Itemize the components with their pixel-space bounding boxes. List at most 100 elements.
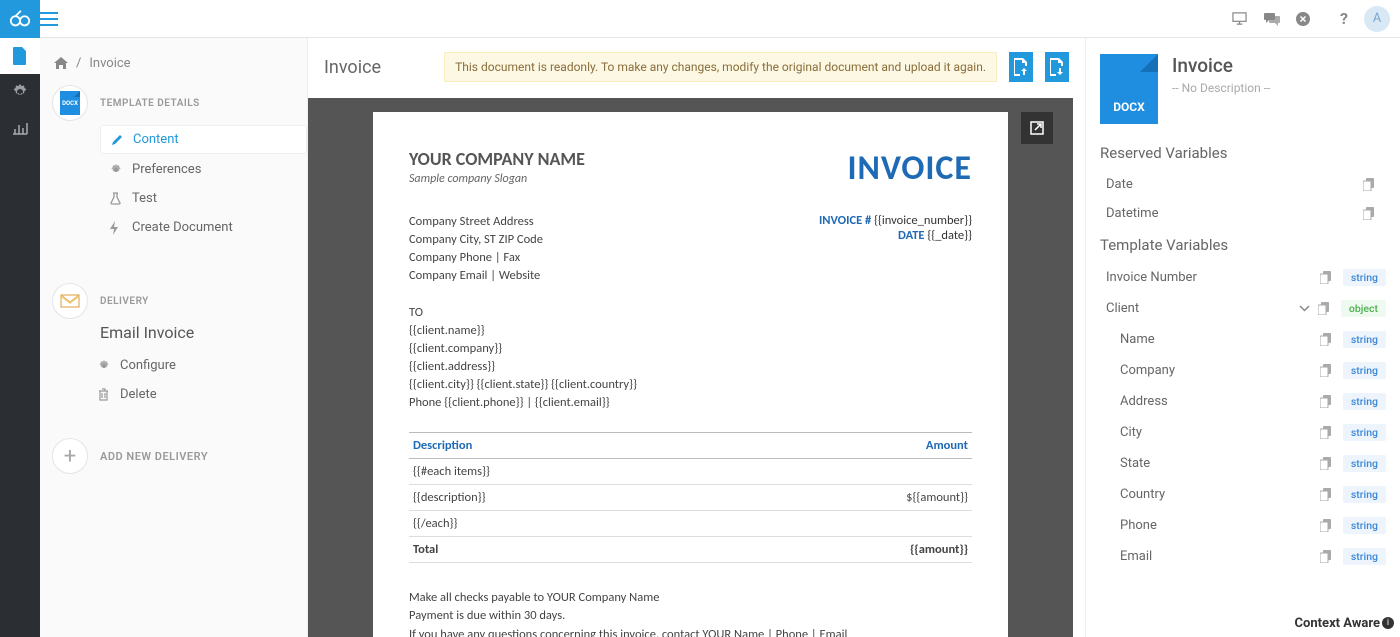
copy-icon[interactable] <box>1320 488 1333 501</box>
delivery-icon-circle <box>52 283 88 319</box>
gear-icon <box>98 360 112 372</box>
right-title: Invoice <box>1172 54 1270 77</box>
template-details-title: TEMPLATE DETAILS <box>100 98 200 109</box>
doc-company-address: Company Street Address Company City, ST … <box>409 213 543 286</box>
copy-icon[interactable] <box>1318 302 1331 315</box>
open-external-button[interactable] <box>1021 112 1053 144</box>
right-panel: DOCX Invoice -- No Description -- Reserv… <box>1085 0 1400 637</box>
reserved-vars-title: Reserved Variables <box>1086 136 1400 170</box>
var-name: Name <box>1120 332 1320 347</box>
template-item-label: Content <box>133 132 179 147</box>
right-desc: -- No Description -- <box>1172 81 1270 95</box>
doc-page: YOUR COMPANY NAME Sample company Slogan … <box>373 112 1008 637</box>
copy-icon[interactable] <box>1320 271 1333 284</box>
doc-invoice-meta: INVOICE # {{invoice_number}} DATE {{_dat… <box>819 213 972 243</box>
var-name: Datetime <box>1106 206 1363 221</box>
type-pill: string <box>1343 269 1386 286</box>
var-name: Invoice Number <box>1106 270 1320 285</box>
template-var-row: Statestring <box>1086 448 1400 479</box>
download-button[interactable] <box>1045 52 1069 82</box>
chat-icon[interactable] <box>1264 12 1296 26</box>
bolt-icon <box>110 221 124 235</box>
docx-big-icon: DOCX <box>1100 54 1158 124</box>
close-circle-icon[interactable] <box>1296 12 1328 26</box>
template-item-label: Create Document <box>132 220 233 235</box>
copy-icon[interactable] <box>1320 550 1333 563</box>
page-title: Invoice <box>324 57 381 78</box>
hamburger-icon[interactable] <box>40 12 70 26</box>
template-item-create[interactable]: Create Document <box>100 214 307 241</box>
info-icon[interactable]: i <box>1382 617 1394 629</box>
rail-item-settings[interactable] <box>0 74 40 110</box>
docx-icon: DOCX <box>60 91 80 115</box>
delivery-section-title: DELIVERY <box>100 296 149 307</box>
topbar: ? A <box>0 0 1400 38</box>
breadcrumb-page: Invoice <box>89 56 130 71</box>
upload-button[interactable] <box>1009 52 1033 82</box>
var-name: Country <box>1120 487 1320 502</box>
var-name: Company <box>1120 363 1320 378</box>
copy-icon[interactable] <box>1320 395 1333 408</box>
doc-footer: Make all checks payable to YOUR Company … <box>409 589 972 637</box>
breadcrumb: / Invoice <box>40 50 307 85</box>
template-var-row: Client object <box>1086 293 1400 324</box>
copy-icon[interactable] <box>1320 519 1333 532</box>
template-item-content[interactable]: Content <box>100 125 307 154</box>
context-aware-label[interactable]: Context Aware <box>1295 616 1380 631</box>
template-var-row: Phone string <box>1086 510 1400 541</box>
template-item-preferences[interactable]: Preferences <box>100 156 307 183</box>
flask-icon <box>110 192 124 205</box>
template-icon-circle: DOCX <box>52 85 88 121</box>
delivery-item-delete[interactable]: Delete <box>88 381 307 408</box>
delivery-item-configure[interactable]: Configure <box>88 352 307 379</box>
left-rail <box>0 0 40 637</box>
type-pill: string <box>1343 424 1386 441</box>
template-var-row: Country string <box>1086 479 1400 510</box>
app-logo[interactable] <box>0 0 40 38</box>
var-name: Phone <box>1120 518 1320 533</box>
avatar[interactable]: A <box>1364 6 1390 32</box>
rail-item-document[interactable] <box>0 38 40 74</box>
document-viewport: YOUR COMPANY NAME Sample company Slogan … <box>308 98 1073 637</box>
reserved-var-row: Date <box>1086 170 1400 199</box>
type-pill: string <box>1343 486 1386 503</box>
copy-icon[interactable] <box>1320 333 1333 346</box>
add-delivery-button[interactable]: + <box>52 438 88 474</box>
pencil-icon <box>111 134 125 146</box>
template-var-row: Emailstring <box>1086 541 1400 572</box>
delivery-item-label: Configure <box>120 358 176 373</box>
doc-invoice-title: INVOICE <box>847 148 972 189</box>
doc-items-table: DescriptionAmount {{#each items}} {{desc… <box>409 432 972 563</box>
template-var-row: Citystring <box>1086 417 1400 448</box>
add-delivery-label: ADD NEW DELIVERY <box>100 450 208 463</box>
copy-icon[interactable] <box>1363 207 1376 220</box>
copy-icon[interactable] <box>1320 364 1333 377</box>
copy-icon[interactable] <box>1320 457 1333 470</box>
delivery-name: Email Invoice <box>40 319 307 348</box>
type-pill: object <box>1341 300 1386 317</box>
rail-item-analytics[interactable] <box>0 110 40 146</box>
present-icon[interactable] <box>1232 11 1264 26</box>
copy-icon[interactable] <box>1363 178 1376 191</box>
home-icon[interactable] <box>54 57 68 70</box>
doc-company-name: YOUR COMPANY NAME <box>409 148 585 170</box>
reserved-var-row: Datetime <box>1086 199 1400 228</box>
type-pill: string <box>1343 331 1386 348</box>
template-var-row: Addressstring <box>1086 386 1400 417</box>
readonly-banner: This document is readonly. To make any c… <box>444 52 997 82</box>
doc-to-block: TO {{client.name}} {{client.company}} {{… <box>409 304 972 413</box>
template-vars-title: Template Variables <box>1086 228 1400 262</box>
template-var-row: Company string <box>1086 355 1400 386</box>
chevron-down-icon[interactable] <box>1299 305 1310 312</box>
template-item-test[interactable]: Test <box>100 185 307 212</box>
type-pill: string <box>1343 362 1386 379</box>
copy-icon[interactable] <box>1320 426 1333 439</box>
var-name: Email <box>1120 549 1320 564</box>
var-name: Client <box>1106 301 1299 316</box>
envelope-icon <box>60 294 80 308</box>
doc-slogan: Sample company Slogan <box>409 172 585 186</box>
help-icon[interactable]: ? <box>1328 9 1360 28</box>
trash-icon <box>98 388 112 401</box>
type-pill: string <box>1343 517 1386 534</box>
var-name: Address <box>1120 394 1320 409</box>
